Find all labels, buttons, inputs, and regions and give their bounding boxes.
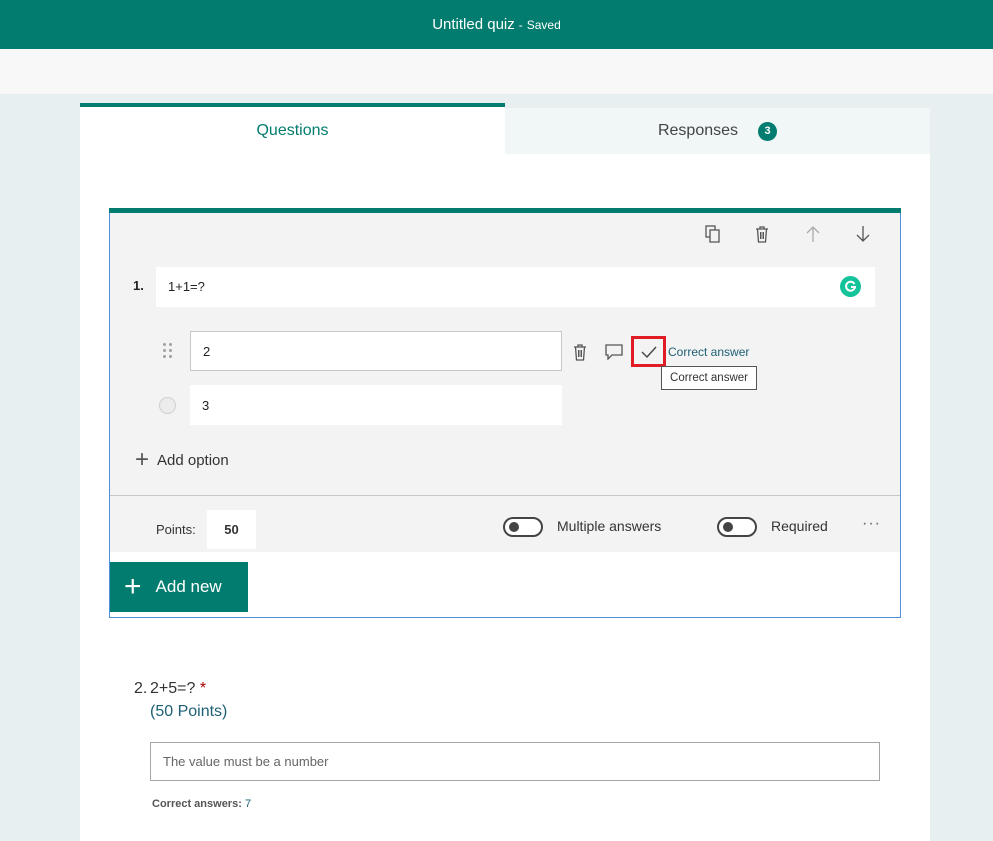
card-footer-divider: [110, 495, 900, 496]
tab-responses-label: Responses: [657, 122, 739, 139]
required-toggle[interactable]: [717, 517, 757, 537]
multiple-answers-toggle[interactable]: [503, 517, 543, 537]
required-marker: *: [199, 680, 207, 697]
tab-responses[interactable]: Responses 3: [505, 108, 930, 154]
add-new-label: Add new: [155, 577, 222, 596]
correct-answers-label: Correct answers:: [152, 798, 242, 810]
arrow-down-icon[interactable]: [851, 222, 875, 246]
question-number: 1.: [133, 278, 144, 293]
correct-answer-toggle[interactable]: [631, 336, 666, 367]
points-label: Points:: [156, 522, 196, 537]
top-bar: Untitled quiz - Saved: [0, 0, 993, 49]
points-input[interactable]: 50: [207, 510, 256, 549]
copy-icon[interactable]: [701, 222, 725, 246]
plus-icon: +: [124, 570, 142, 603]
comment-icon[interactable]: [602, 340, 626, 364]
option-2-input[interactable]: 3: [190, 385, 562, 425]
card-edit-area: [110, 213, 900, 552]
question-2-answer-input[interactable]: The value must be a number: [150, 742, 880, 781]
question-2-correct-answers: Correct answers: 7: [152, 798, 251, 810]
question-2-points: (50 Points): [150, 703, 228, 720]
correct-answer-label[interactable]: Correct answer: [668, 345, 749, 359]
tab-questions[interactable]: Questions: [80, 103, 505, 154]
tab-questions-label: Questions: [256, 121, 329, 139]
grammarly-icon[interactable]: [840, 276, 861, 297]
arrow-up-icon[interactable]: [801, 222, 825, 246]
sub-bar: [0, 49, 993, 94]
more-options-icon[interactable]: ···: [862, 515, 881, 533]
responses-count-badge: 3: [758, 121, 778, 141]
multiple-answers-label: Multiple answers: [557, 518, 662, 534]
question-2-number: 2.: [134, 680, 148, 697]
drag-handle-icon[interactable]: [163, 343, 173, 359]
checkmark-icon: [641, 346, 657, 358]
title-separator: -: [518, 17, 523, 32]
add-option-label: Add option: [157, 451, 229, 469]
option-2-radio[interactable]: [159, 397, 176, 414]
question-text-input[interactable]: 1+1=?: [156, 267, 875, 307]
correct-answers-value: 7: [244, 798, 252, 810]
plus-icon: +: [135, 446, 150, 473]
option-1-input[interactable]: 2: [190, 331, 562, 371]
form-title[interactable]: Untitled quiz: [432, 16, 515, 33]
save-status: Saved: [526, 17, 561, 32]
question-2-title: 2+5=?: [150, 680, 196, 697]
add-option-button[interactable]: + Add option: [135, 446, 229, 473]
question-2-text[interactable]: 2+5=? *: [150, 680, 206, 698]
required-label: Required: [771, 518, 828, 534]
add-new-button[interactable]: + Add new: [110, 562, 248, 612]
trash-icon[interactable]: [750, 222, 774, 246]
option-trash-icon[interactable]: [568, 340, 592, 364]
correct-answer-tooltip: Correct answer: [661, 366, 757, 390]
